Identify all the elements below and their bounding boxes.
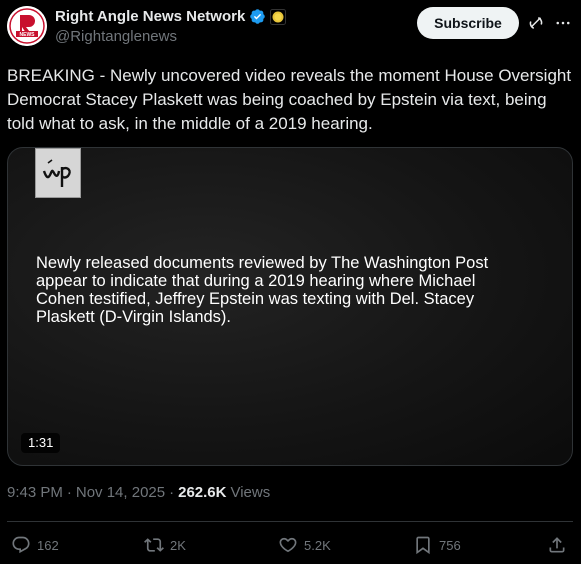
author-name-row: Right Angle News Network	[55, 8, 287, 25]
tweet-header: NEWS Right Angle News Network @Rightangl…	[0, 0, 581, 56]
like-button[interactable]: 5.2K	[278, 532, 331, 558]
meta-separator: ·	[169, 484, 175, 501]
views-count: 262.6K	[178, 484, 227, 501]
video-caption: Newly released documents reviewed by The…	[36, 254, 489, 326]
author-handle[interactable]: @Rightanglenews	[55, 28, 177, 45]
divider	[7, 521, 573, 522]
video-duration: 1:31	[21, 433, 61, 453]
repost-count: 2K	[170, 537, 186, 553]
tweet-date[interactable]: Nov 14, 2025	[76, 484, 165, 501]
share-button[interactable]	[547, 532, 567, 558]
tweet-time[interactable]: 9:43 PM	[7, 484, 63, 501]
affiliate-badge-icon[interactable]	[270, 8, 287, 25]
tweet-metadata: 9:43 PM · Nov 14, 2025 · 262.6K Views	[7, 484, 270, 501]
svg-text:NEWS: NEWS	[20, 32, 36, 38]
bookmark-icon	[416, 536, 430, 555]
author-avatar[interactable]: NEWS	[7, 6, 47, 46]
like-count: 5.2K	[304, 537, 331, 553]
video-player[interactable]: Newly released documents reviewed by The…	[7, 147, 573, 466]
verified-badge-icon[interactable]	[249, 8, 266, 25]
tweet-text: BREAKING - Newly uncovered video reveals…	[7, 66, 572, 133]
reply-button[interactable]: 162	[11, 532, 59, 558]
repost-icon	[144, 538, 164, 552]
grok-icon[interactable]	[527, 14, 545, 32]
share-icon	[549, 537, 565, 553]
action-bar: 162 2K 5.2K 756	[0, 532, 581, 558]
reply-icon	[12, 536, 30, 554]
news-logo-icon: NEWS	[7, 6, 47, 46]
heart-icon	[279, 537, 297, 553]
reply-count: 162	[37, 537, 59, 553]
bookmark-count: 756	[439, 537, 461, 553]
author-name[interactable]: Right Angle News Network	[55, 8, 245, 25]
repost-button[interactable]: 2K	[144, 532, 186, 558]
views-label: Views	[230, 484, 271, 501]
more-options-icon[interactable]	[554, 14, 572, 32]
meta-separator: ·	[66, 484, 72, 501]
subscribe-button[interactable]: Subscribe	[417, 7, 519, 39]
bookmark-button[interactable]: 756	[413, 532, 461, 558]
washington-post-logo-icon	[35, 148, 81, 198]
